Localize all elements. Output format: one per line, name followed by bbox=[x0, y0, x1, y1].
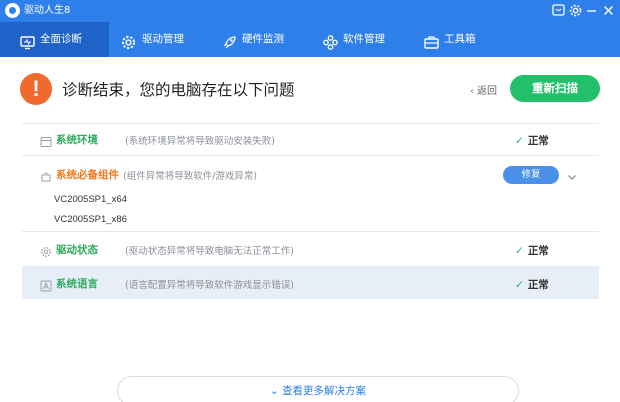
page-title: 诊断结束，您的电脑存在以下问题 bbox=[62, 81, 295, 99]
tab-label: 工具箱 bbox=[444, 33, 476, 45]
app-title: 驱动人生8 bbox=[24, 5, 71, 16]
status-ok: ✓ 正常 bbox=[515, 277, 549, 292]
back-label: 返回 bbox=[477, 86, 497, 97]
rocket-icon bbox=[221, 31, 238, 49]
language-icon bbox=[40, 277, 52, 292]
double-chevron-down-icon: ⌄ bbox=[269, 385, 283, 397]
gear-icon bbox=[40, 243, 52, 257]
window-icon bbox=[40, 133, 52, 147]
chevron-left-icon: ‹ bbox=[470, 86, 474, 97]
check-icon: ✓ bbox=[515, 279, 524, 291]
item-description: (系统环境异常将导致驱动安装失败) bbox=[125, 136, 275, 147]
gear-icon bbox=[120, 31, 137, 50]
chevron-down-icon[interactable] bbox=[566, 168, 578, 180]
title-bar: 驱动人生8 bbox=[0, 0, 620, 22]
tab-label: 驱动管理 bbox=[142, 33, 184, 45]
check-icon: ✓ bbox=[515, 245, 524, 257]
status-label: 正常 bbox=[527, 135, 549, 147]
component-item: VC2005SP1_x86 bbox=[54, 214, 127, 225]
status-label: 正常 bbox=[527, 245, 549, 257]
item-description: (驱动状态异常将导致电脑无法正常工作) bbox=[125, 246, 294, 257]
message-icon[interactable] bbox=[550, 2, 567, 19]
repair-button[interactable]: 修复 bbox=[503, 166, 559, 184]
check-icon: ✓ bbox=[515, 135, 524, 147]
close-icon[interactable] bbox=[600, 2, 617, 19]
tab-label: 软件管理 bbox=[343, 33, 385, 45]
puzzle-icon bbox=[40, 168, 52, 182]
back-button[interactable]: ‹ 返回 bbox=[470, 82, 497, 97]
item-name: 系统环境 bbox=[56, 134, 98, 146]
tab-label: 硬件监测 bbox=[242, 33, 284, 45]
item-description: (语言配置异常将导致软件游戏显示错误) bbox=[125, 280, 294, 291]
item-description: (组件异常将导致软件/游戏异常) bbox=[123, 171, 258, 182]
tab-software-management[interactable]: 软件管理 bbox=[310, 22, 410, 57]
monitor-icon bbox=[19, 31, 36, 50]
list-item-system-language: 系统语言 (语言配置异常将导致软件游戏显示错误) ✓ 正常 bbox=[22, 266, 599, 299]
more-solutions-label: 查看更多解决方案 bbox=[282, 385, 367, 397]
main-nav: 全面诊断 驱动管理 硬件监测 软件管理 工具箱 bbox=[0, 22, 620, 57]
status-ok: ✓ 正常 bbox=[515, 133, 549, 148]
tab-hardware-monitor[interactable]: 硬件监测 bbox=[210, 22, 310, 57]
list-item-system-env: 系统环境 (系统环境异常将导致驱动安装失败) ✓ 正常 bbox=[22, 124, 599, 154]
tab-full-diagnosis[interactable]: 全面诊断 bbox=[0, 22, 109, 57]
app-logo-icon bbox=[5, 3, 20, 18]
toolbox-icon bbox=[423, 31, 440, 49]
item-name: 系统必备组件 bbox=[56, 169, 119, 181]
tab-label: 全面诊断 bbox=[40, 33, 82, 45]
rescan-button[interactable]: 重新扫描 bbox=[510, 75, 600, 102]
status-label: 正常 bbox=[527, 279, 549, 291]
item-name: 系统语言 bbox=[56, 278, 98, 290]
tab-driver-management[interactable]: 驱动管理 bbox=[109, 22, 210, 57]
list-item-driver-status: 驱动状态 (驱动状态异常将导致电脑无法正常工作) ✓ 正常 bbox=[22, 232, 599, 265]
minimize-icon[interactable] bbox=[583, 2, 600, 19]
status-ok: ✓ 正常 bbox=[515, 243, 549, 258]
component-item: VC2005SP1_x64 bbox=[54, 194, 127, 205]
warning-icon: ! bbox=[20, 73, 52, 105]
gear-icon[interactable] bbox=[567, 2, 584, 19]
tab-toolbox[interactable]: 工具箱 bbox=[410, 22, 510, 57]
item-name: 驱动状态 bbox=[56, 244, 98, 256]
more-solutions-button[interactable]: ⌄ 查看更多解决方案 bbox=[117, 376, 519, 402]
apps-icon bbox=[322, 31, 339, 50]
